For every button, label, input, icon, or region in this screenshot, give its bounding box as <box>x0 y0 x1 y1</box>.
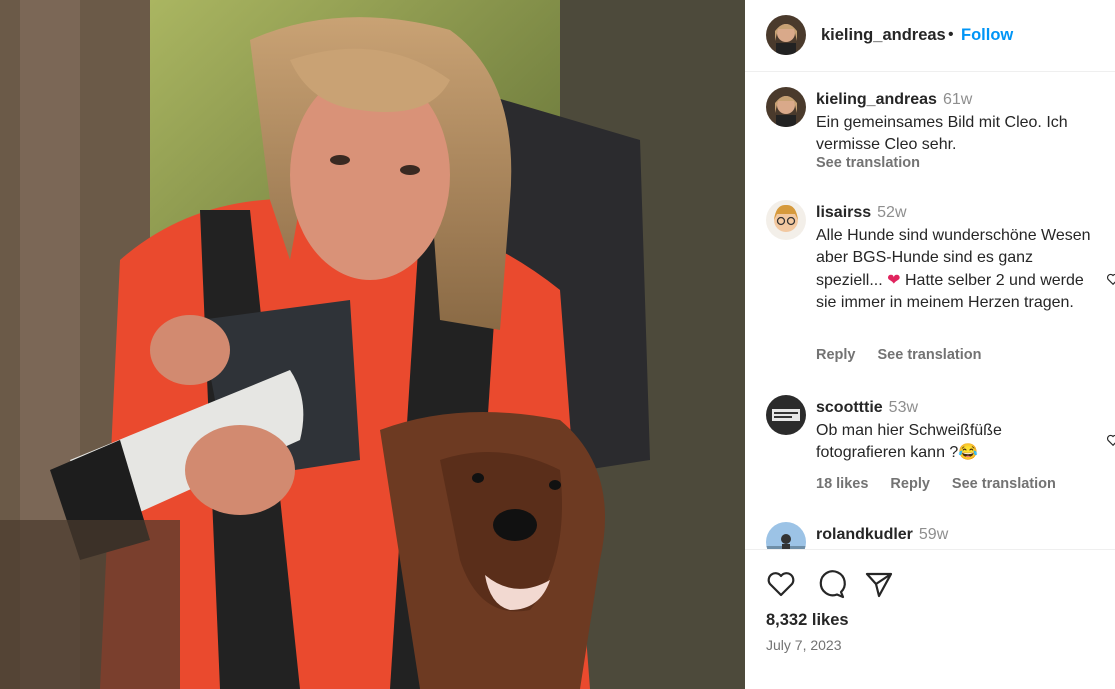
post-date[interactable]: July 7, 2023 <box>766 637 842 653</box>
comment-username[interactable]: scootttie <box>816 399 883 416</box>
like-comment-heart-icon[interactable] <box>1106 433 1115 447</box>
like-heart-icon[interactable] <box>765 568 797 600</box>
header-username[interactable]: kieling_andreas <box>821 26 946 45</box>
comment-actions: Reply See translation <box>816 347 1003 363</box>
comment-actions: 18 likes Reply See translation <box>816 476 1078 492</box>
post-footer: 8,332 likes July 7, 2023 <box>745 549 1115 689</box>
follow-button[interactable]: Follow <box>961 26 1013 45</box>
comment-username[interactable]: rolandkudler <box>816 526 913 543</box>
comment-bubble-icon[interactable] <box>815 568 847 600</box>
caption-body: kieling_andreas 61w Ein gemeinsames Bild … <box>816 89 1091 157</box>
comment-time[interactable]: 52w <box>877 204 906 221</box>
see-translation-button[interactable]: See translation <box>816 155 920 171</box>
avatar[interactable] <box>766 200 806 240</box>
like-comment-heart-icon[interactable] <box>1106 272 1115 286</box>
post-panel: kieling_andreas • Follow kieling_andreas… <box>745 0 1115 689</box>
comments-list[interactable]: kieling_andreas 61w Ein gemeinsames Bild … <box>745 73 1115 549</box>
avatar[interactable] <box>766 522 806 549</box>
post-photo[interactable] <box>0 0 745 689</box>
reply-button[interactable]: Reply <box>890 476 930 492</box>
comment-body: scootttie 53w Ob man hier Schweißfüße fot… <box>816 397 1091 465</box>
comment-text: Ob man hier Schweißfüße fotografieren ka… <box>816 421 1002 462</box>
comment-time[interactable]: 59w <box>919 526 948 543</box>
avatar[interactable] <box>766 395 806 435</box>
comment-body: lisairss 52w Alle Hunde sind wunderschöne… <box>816 202 1091 315</box>
see-translation-button[interactable]: See translation <box>878 347 982 363</box>
caption-text: Ein gemeinsames Bild mit Cleo. Ich vermi… <box>816 113 1068 154</box>
comment-username[interactable]: lisairss <box>816 204 871 221</box>
avatar[interactable] <box>766 87 806 127</box>
red-heart-emoji: ❤ <box>887 271 901 289</box>
see-translation-button[interactable]: See translation <box>952 476 1056 492</box>
comment-username[interactable]: kieling_andreas <box>816 91 937 108</box>
post-header: kieling_andreas • Follow <box>745 0 1115 72</box>
separator-dot: • <box>948 26 954 43</box>
comment-time[interactable]: 53w <box>889 399 918 416</box>
reply-button[interactable]: Reply <box>816 347 856 363</box>
share-send-icon[interactable] <box>863 568 895 600</box>
comment-body: rolandkudler 59w <box>816 524 1091 547</box>
comment-likes[interactable]: 18 likes <box>816 476 868 492</box>
likes-count[interactable]: 8,332 likes <box>766 611 849 630</box>
avatar[interactable] <box>766 15 806 55</box>
comment-time[interactable]: 61w <box>943 91 972 108</box>
comment-actions: See translation <box>816 155 942 171</box>
